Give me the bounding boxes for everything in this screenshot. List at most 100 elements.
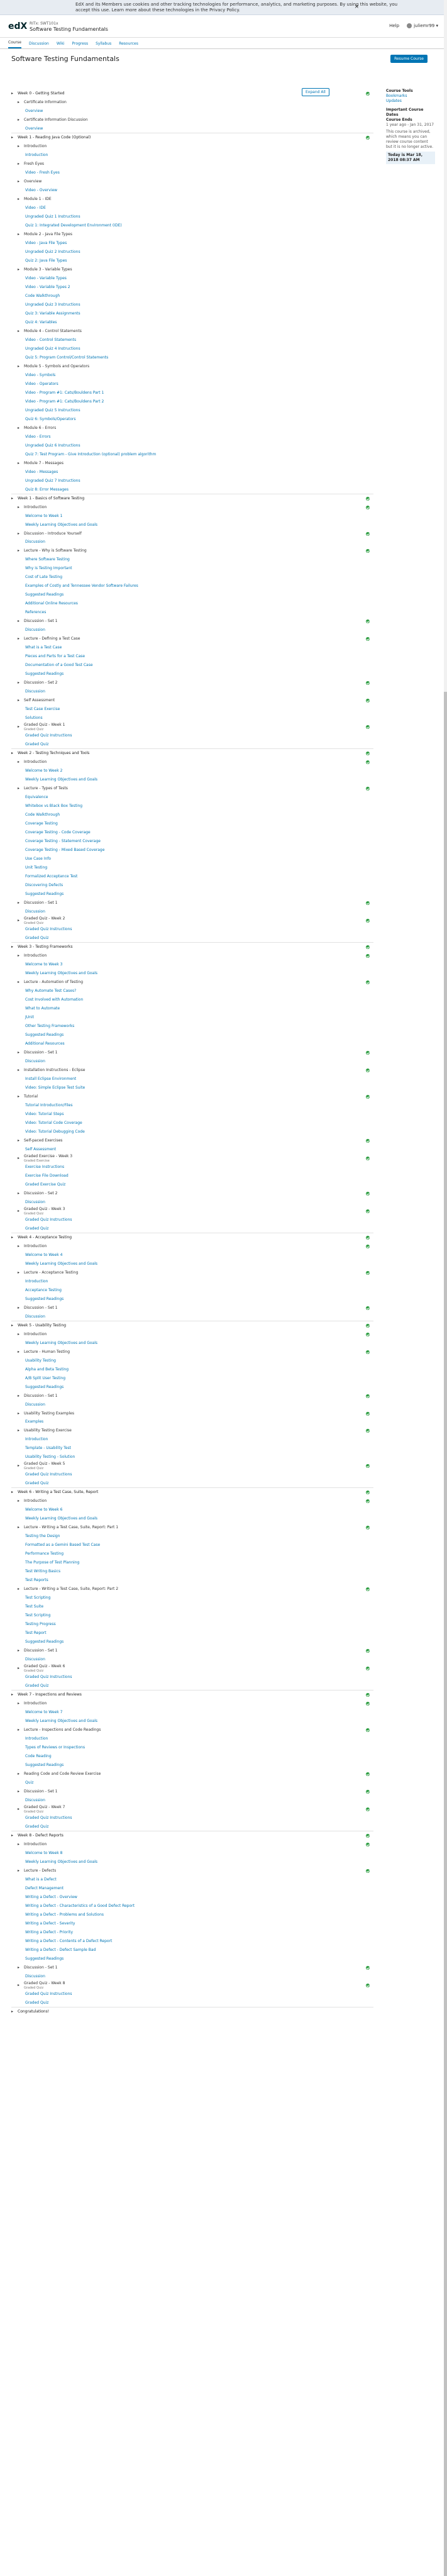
chevron-icon[interactable]: ▸ xyxy=(18,952,22,960)
subsection-graded-quiz-week-2[interactable]: ▸ Graded Quiz - Week 2 Graded Quiz xyxy=(11,916,370,925)
section-week-5-usability-testing[interactable]: ▸ Week 5 - Usability Testing xyxy=(11,1322,370,1330)
edx-logo[interactable]: edX xyxy=(8,21,27,32)
unit-link-exercise-instructions[interactable]: Exercise Instructions xyxy=(11,1163,370,1171)
unit-link-tutorial-introduction-files[interactable]: Tutorial Introduction/Files xyxy=(11,1102,370,1109)
chevron-icon[interactable]: ▸ xyxy=(18,1841,22,1848)
subsection-graded-quiz-week-3[interactable]: ▸ Graded Quiz - Week 3 Graded Quiz xyxy=(11,1207,370,1216)
unit-link-writing-a-defect-defect-sample-bad[interactable]: Writing a Defect - Defect Sample Bad xyxy=(11,1946,370,1954)
unit-link-quiz-2-java-file-types[interactable]: Quiz 2: Java File Types xyxy=(11,257,370,265)
subsection-discussion-set-1[interactable]: ▸ Discussion - Set 1 xyxy=(11,618,370,625)
unit-link-ungraded-quiz-2-instructions[interactable]: Ungraded Quiz 2 Instructions xyxy=(11,248,370,256)
unit-link-graded-quiz[interactable]: Graded Quiz xyxy=(11,1823,370,1831)
unit-link-quiz-8-error-messages[interactable]: Quiz 8: Error Messages xyxy=(11,486,370,494)
chevron-icon[interactable]: ▸ xyxy=(18,1155,22,1162)
unit-link-graded-quiz-instructions[interactable]: Graded Quiz Instructions xyxy=(11,1814,370,1822)
unit-link-ungraded-quiz-1-instructions[interactable]: Ungraded Quiz 1 Instructions xyxy=(11,213,370,221)
unit-link-discussion[interactable]: Discussion xyxy=(11,1199,370,1206)
chevron-icon[interactable]: ▸ xyxy=(11,943,16,951)
subsection-discussion-set-1[interactable]: ▸ Discussion - Set 1 xyxy=(11,1788,370,1796)
unit-link-test-scripting[interactable]: Test Scripting xyxy=(11,1594,370,1602)
chevron-icon[interactable]: ▸ xyxy=(18,979,22,986)
unit-link-quiz-3-variable-assignments[interactable]: Quiz 3: Variable Assignments xyxy=(11,310,370,318)
chevron-icon[interactable]: ▸ xyxy=(18,1427,22,1435)
unit-link-discussion[interactable]: Discussion xyxy=(11,1058,370,1065)
subsection-discussion-set-1[interactable]: ▸ Discussion - Set 1 xyxy=(11,1647,370,1655)
subsection-module-5-symbols-and-operators[interactable]: ▸ Module 5 - Symbols and Operators xyxy=(11,363,370,370)
subsection-module-6-errors[interactable]: ▸ Module 6 - Errors xyxy=(11,425,370,432)
chevron-icon[interactable]: ▸ xyxy=(18,785,22,792)
unit-link-ungraded-quiz-6-instructions[interactable]: Ungraded Quiz 6 Instructions xyxy=(11,442,370,450)
unit-link-coverage-testing[interactable]: Coverage Testing xyxy=(11,820,370,828)
unit-link-weekly-learning-objectives-and-goals[interactable]: Weekly Learning Objectives and Goals xyxy=(11,1340,370,1347)
unit-link-quiz-4-variables[interactable]: Quiz 4: Variables xyxy=(11,319,370,326)
unit-link-testing-progress[interactable]: Testing Progress xyxy=(11,1621,370,1628)
unit-link-quiz-6-symbols-operators[interactable]: Quiz 6: Symbols/Operators xyxy=(11,416,370,423)
unit-link-discussion[interactable]: Discussion xyxy=(11,1973,370,1980)
subsection-reading-code-and-code-review-exercise[interactable]: ▸ Reading Code and Code Review Exercise xyxy=(11,1770,370,1778)
subsection-graded-exercise-week-3[interactable]: ▸ Graded Exercise - Week 3 Graded Exercise xyxy=(11,1154,370,1163)
unit-link-ungraded-quiz-5-instructions[interactable]: Ungraded Quiz 5 Instructions xyxy=(11,407,370,414)
user-menu[interactable]: juliemr99 ▾ xyxy=(407,23,438,28)
unit-link-unit-testing[interactable]: Unit Testing xyxy=(11,864,370,872)
chevron-icon[interactable]: ▸ xyxy=(18,1208,22,1215)
unit-link-performance-testing[interactable]: Performance Testing xyxy=(11,1550,370,1558)
subsection-graded-quiz-week-1[interactable]: ▸ Graded Quiz - Week 1 Graded Quiz xyxy=(11,723,370,731)
section-week-0-getting-started[interactable]: ▸ Week 0 - Getting Started xyxy=(11,90,370,97)
unit-link-pieces-and-parts-for-a-test-case[interactable]: Pieces and Parts for a Test Case xyxy=(11,653,370,660)
unit-link-video-variable-types[interactable]: Video - Variable Types xyxy=(11,275,370,282)
subsection-discussion-set-1[interactable]: ▸ Discussion - Set 1 xyxy=(11,1304,370,1312)
unit-link-graded-quiz-instructions[interactable]: Graded Quiz Instructions xyxy=(11,1471,370,1479)
subsection-module-1-ide[interactable]: ▸ Module 1 - IDE xyxy=(11,196,370,203)
subsection-lecture-human-testing[interactable]: ▸ Lecture - Human Testing xyxy=(11,1348,370,1356)
chevron-icon[interactable]: ▸ xyxy=(18,679,22,687)
subsection-lecture-automation-of-testing[interactable]: ▸ Lecture - Automation of Testing xyxy=(11,979,370,986)
unit-link-suggested-readings[interactable]: Suggested Readings xyxy=(11,1762,370,1769)
unit-link-welcome-to-week-7[interactable]: Welcome to Week 7 xyxy=(11,1709,370,1716)
section-week-1-reading-java-code-optional[interactable]: ▸ Week 1 - Reading Java Code (Optional) xyxy=(11,134,370,142)
chevron-icon[interactable]: ▸ xyxy=(18,1049,22,1057)
chevron-icon[interactable]: ▸ xyxy=(18,1392,22,1400)
chevron-icon[interactable]: ▸ xyxy=(18,1867,22,1875)
subsection-lecture-types-of-tests[interactable]: ▸ Lecture - Types of Tests xyxy=(11,785,370,792)
unit-link-welcome-to-week-6[interactable]: Welcome to Week 6 xyxy=(11,1506,370,1514)
subsection-certificate-information-discussion[interactable]: ▸ Certificate Information Discussion xyxy=(11,116,370,124)
unit-link-weekly-learning-objectives-and-goals[interactable]: Weekly Learning Objectives and Goals xyxy=(11,521,370,529)
unit-link-weekly-learning-objectives-and-goals[interactable]: Weekly Learning Objectives and Goals xyxy=(11,1718,370,1725)
unit-link-types-of-reviews-or-inspections[interactable]: Types of Reviews or Inspections xyxy=(11,1744,370,1752)
subsection-certificate-information[interactable]: ▸ Certificate Information xyxy=(11,99,370,106)
unit-link-examples[interactable]: Examples xyxy=(11,1418,370,1426)
chevron-icon[interactable]: ▸ xyxy=(18,1700,22,1707)
unit-link-discussion[interactable]: Discussion xyxy=(11,538,370,546)
unit-link-weekly-learning-objectives-and-goals[interactable]: Weekly Learning Objectives and Goals xyxy=(11,1515,370,1523)
unit-link-video-control-statements[interactable]: Video - Control Statements xyxy=(11,336,370,344)
unit-link-coverage-testing-statement-coverage[interactable]: Coverage Testing - Statement Coverage xyxy=(11,838,370,845)
unit-link-graded-quiz[interactable]: Graded Quiz xyxy=(11,1480,370,1487)
subsection-graded-quiz-week-8[interactable]: ▸ Graded Quiz - Week 8 Graded Quiz xyxy=(11,1981,370,1990)
unit-link-discussion[interactable]: Discussion xyxy=(11,1656,370,1663)
subsection-fresh-eyes[interactable]: ▸ Fresh Eyes xyxy=(11,160,370,168)
unit-link-graded-quiz[interactable]: Graded Quiz xyxy=(11,935,370,942)
unit-link-video-messages[interactable]: Video - Messages xyxy=(11,469,370,476)
unit-link-weekly-learning-objectives-and-goals[interactable]: Weekly Learning Objectives and Goals xyxy=(11,970,370,977)
unit-link-welcome-to-week-4[interactable]: Welcome to Week 4 xyxy=(11,1252,370,1259)
tab-wiki[interactable]: Wiki xyxy=(57,42,65,48)
chevron-icon[interactable]: ▸ xyxy=(18,143,22,150)
chevron-icon[interactable]: ▸ xyxy=(18,1647,22,1655)
chevron-icon[interactable]: ▸ xyxy=(18,1665,22,1672)
chevron-icon[interactable]: ▸ xyxy=(18,266,22,274)
unit-link-graded-quiz-instructions[interactable]: Graded Quiz Instructions xyxy=(11,926,370,933)
chevron-icon[interactable]: ▸ xyxy=(18,160,22,168)
chevron-icon[interactable]: ▸ xyxy=(18,1410,22,1418)
subsection-lecture-acceptance-testing[interactable]: ▸ Lecture - Acceptance Testing xyxy=(11,1269,370,1277)
unit-link-exercise-file-download[interactable]: Exercise File Download xyxy=(11,1172,370,1180)
unit-link-video-fresh-eyes[interactable]: Video - Fresh Eyes xyxy=(11,169,370,177)
unit-link-graded-exercise-quiz[interactable]: Graded Exercise Quiz xyxy=(11,1181,370,1189)
chevron-icon[interactable]: ▸ xyxy=(18,178,22,186)
unit-link-quiz[interactable]: Quiz xyxy=(11,1779,370,1787)
unit-link-usability-testing[interactable]: Usability Testing xyxy=(11,1357,370,1365)
unit-link-suggested-readings[interactable]: Suggested Readings xyxy=(11,891,370,898)
resume-course-button[interactable]: Resume Course xyxy=(390,55,428,63)
unit-link-suggested-readings[interactable]: Suggested Readings xyxy=(11,1031,370,1039)
bookmarks-link[interactable]: Bookmarks xyxy=(386,94,435,99)
subsection-introduction[interactable]: ▸ Introduction xyxy=(11,143,370,150)
